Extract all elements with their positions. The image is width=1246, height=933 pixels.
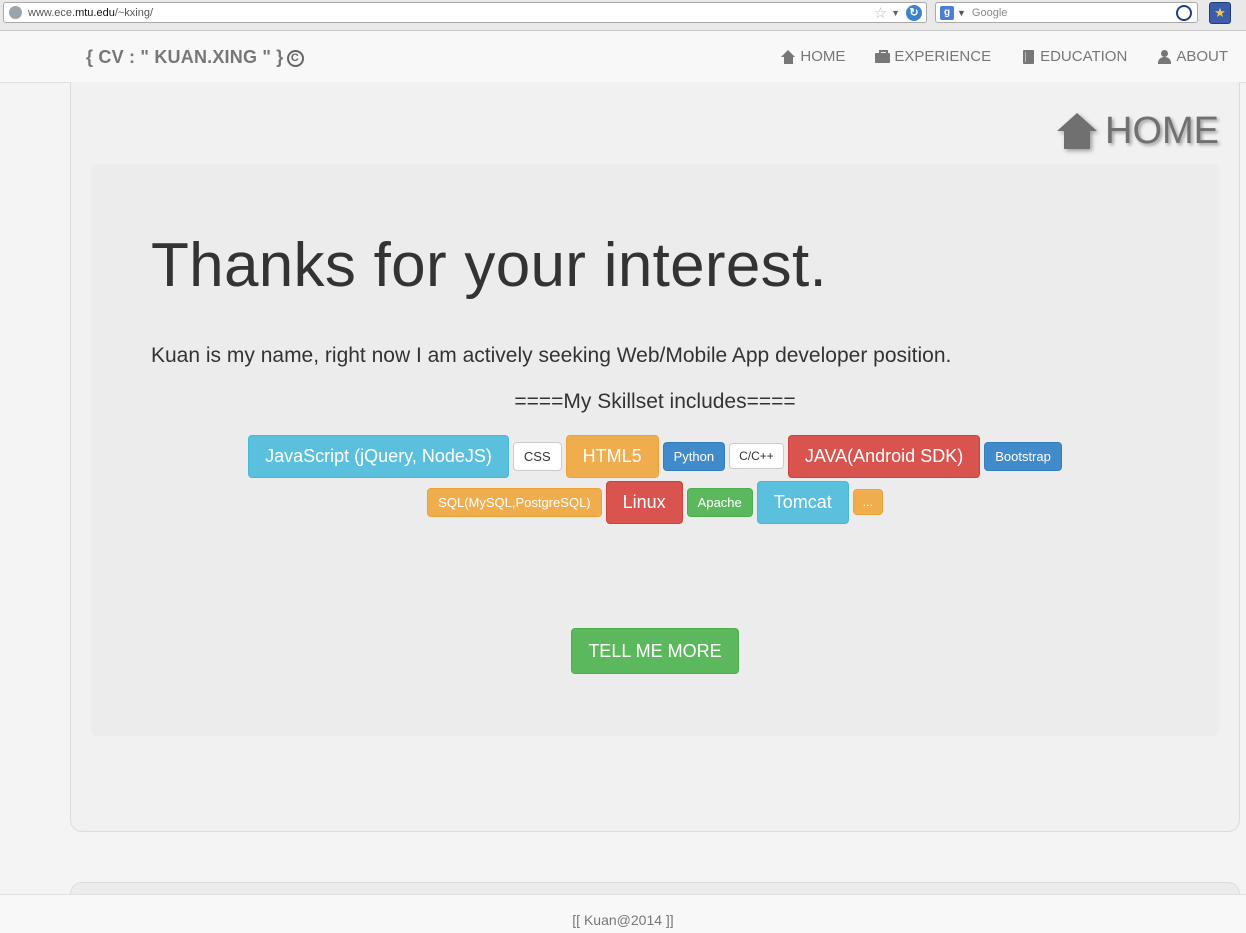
site-navbar: { CV : " KUAN.XING " } C HOME EXPERIENCE … [0, 31, 1246, 83]
browser-toolbar: www.ece.mtu.edu/~kxing/ ☆ ▼ ↻ g ▼ Google… [0, 0, 1246, 31]
footer: [[ Kuan@2014 ]] [0, 894, 1246, 933]
history-dropdown-icon[interactable]: ▼ [891, 8, 900, 18]
user-icon [1157, 49, 1172, 64]
home-icon [781, 49, 796, 64]
tell-me-more-button[interactable]: TELL ME MORE [571, 628, 739, 674]
search-icon[interactable] [1176, 4, 1192, 21]
skillset-title: ====My Skillset includes==== [514, 390, 796, 413]
skill-badge: SQL(MySQL,PostgreSQL) [427, 487, 602, 517]
copyright-icon: C [286, 50, 304, 67]
jumbotron: Thanks for your interest. Kuan is my nam… [91, 164, 1219, 736]
nav-links: HOME EXPERIENCE EDUCATION ABOUT [751, 48, 1228, 65]
nav-experience-label: EXPERIENCE [894, 48, 992, 65]
section-heading: HOME [1057, 110, 1219, 153]
home-icon [1057, 112, 1097, 151]
briefcase-icon [875, 49, 891, 64]
nav-experience[interactable]: EXPERIENCE [875, 48, 991, 65]
bookmark-star-icon[interactable]: ☆ [874, 4, 887, 22]
reload-icon[interactable]: ↻ [906, 4, 922, 21]
nav-home[interactable]: HOME [781, 48, 845, 65]
site-brand[interactable]: { CV : " KUAN.XING " } C [86, 47, 304, 68]
extension-icon[interactable]: ★ [1209, 2, 1231, 24]
skill-badge: Bootstrap [984, 441, 1062, 471]
skill-badge: Tomcat [756, 480, 849, 524]
skill-badge: Linux [605, 480, 683, 524]
skill-badge: JAVA(Android SDK) [787, 434, 981, 478]
nav-about-label: ABOUT [1176, 48, 1228, 65]
home-section: HOME Thanks for your interest. Kuan is m… [70, 82, 1240, 832]
book-icon [1021, 49, 1036, 64]
section-heading-text: HOME [1105, 110, 1219, 152]
skill-badge: ... [852, 489, 883, 515]
skill-badge: JavaScript (jQuery, NodeJS) [248, 434, 509, 478]
nav-home-label: HOME [800, 48, 846, 65]
search-engine-icon[interactable]: g [940, 5, 954, 20]
address-bar[interactable]: www.ece.mtu.edu/~kxing/ ☆ ▼ ↻ [3, 2, 927, 23]
url-text[interactable]: www.ece.mtu.edu/~kxing/ [28, 7, 874, 19]
intro-text: Kuan is my name, right now I am actively… [151, 344, 952, 367]
search-placeholder[interactable]: Google [972, 7, 1176, 19]
skills-row-1: JavaScript (jQuery, NodeJS) CSS HTML5 Pytho… [91, 432, 1219, 480]
nav-education[interactable]: EDUCATION [1021, 48, 1127, 65]
browser-search-box[interactable]: g ▼ Google [935, 2, 1198, 23]
globe-icon [9, 6, 22, 19]
skill-badge: Apache [686, 487, 753, 517]
skill-badge: CSS [512, 441, 562, 471]
skills-row-2: SQL(MySQL,PostgreSQL) Linux Apache Tomcat..… [91, 478, 1219, 526]
search-engine-dropdown-icon[interactable]: ▼ [957, 8, 966, 18]
skill-badge: C/C++ [729, 443, 784, 469]
skill-badge: HTML5 [565, 434, 659, 478]
footer-text: [[ Kuan@2014 ]] [572, 912, 674, 928]
skill-badge: Python [662, 441, 726, 471]
page-title: Thanks for your interest. [151, 231, 827, 300]
nav-education-label: EDUCATION [1040, 48, 1128, 65]
nav-about[interactable]: ABOUT [1157, 48, 1228, 65]
